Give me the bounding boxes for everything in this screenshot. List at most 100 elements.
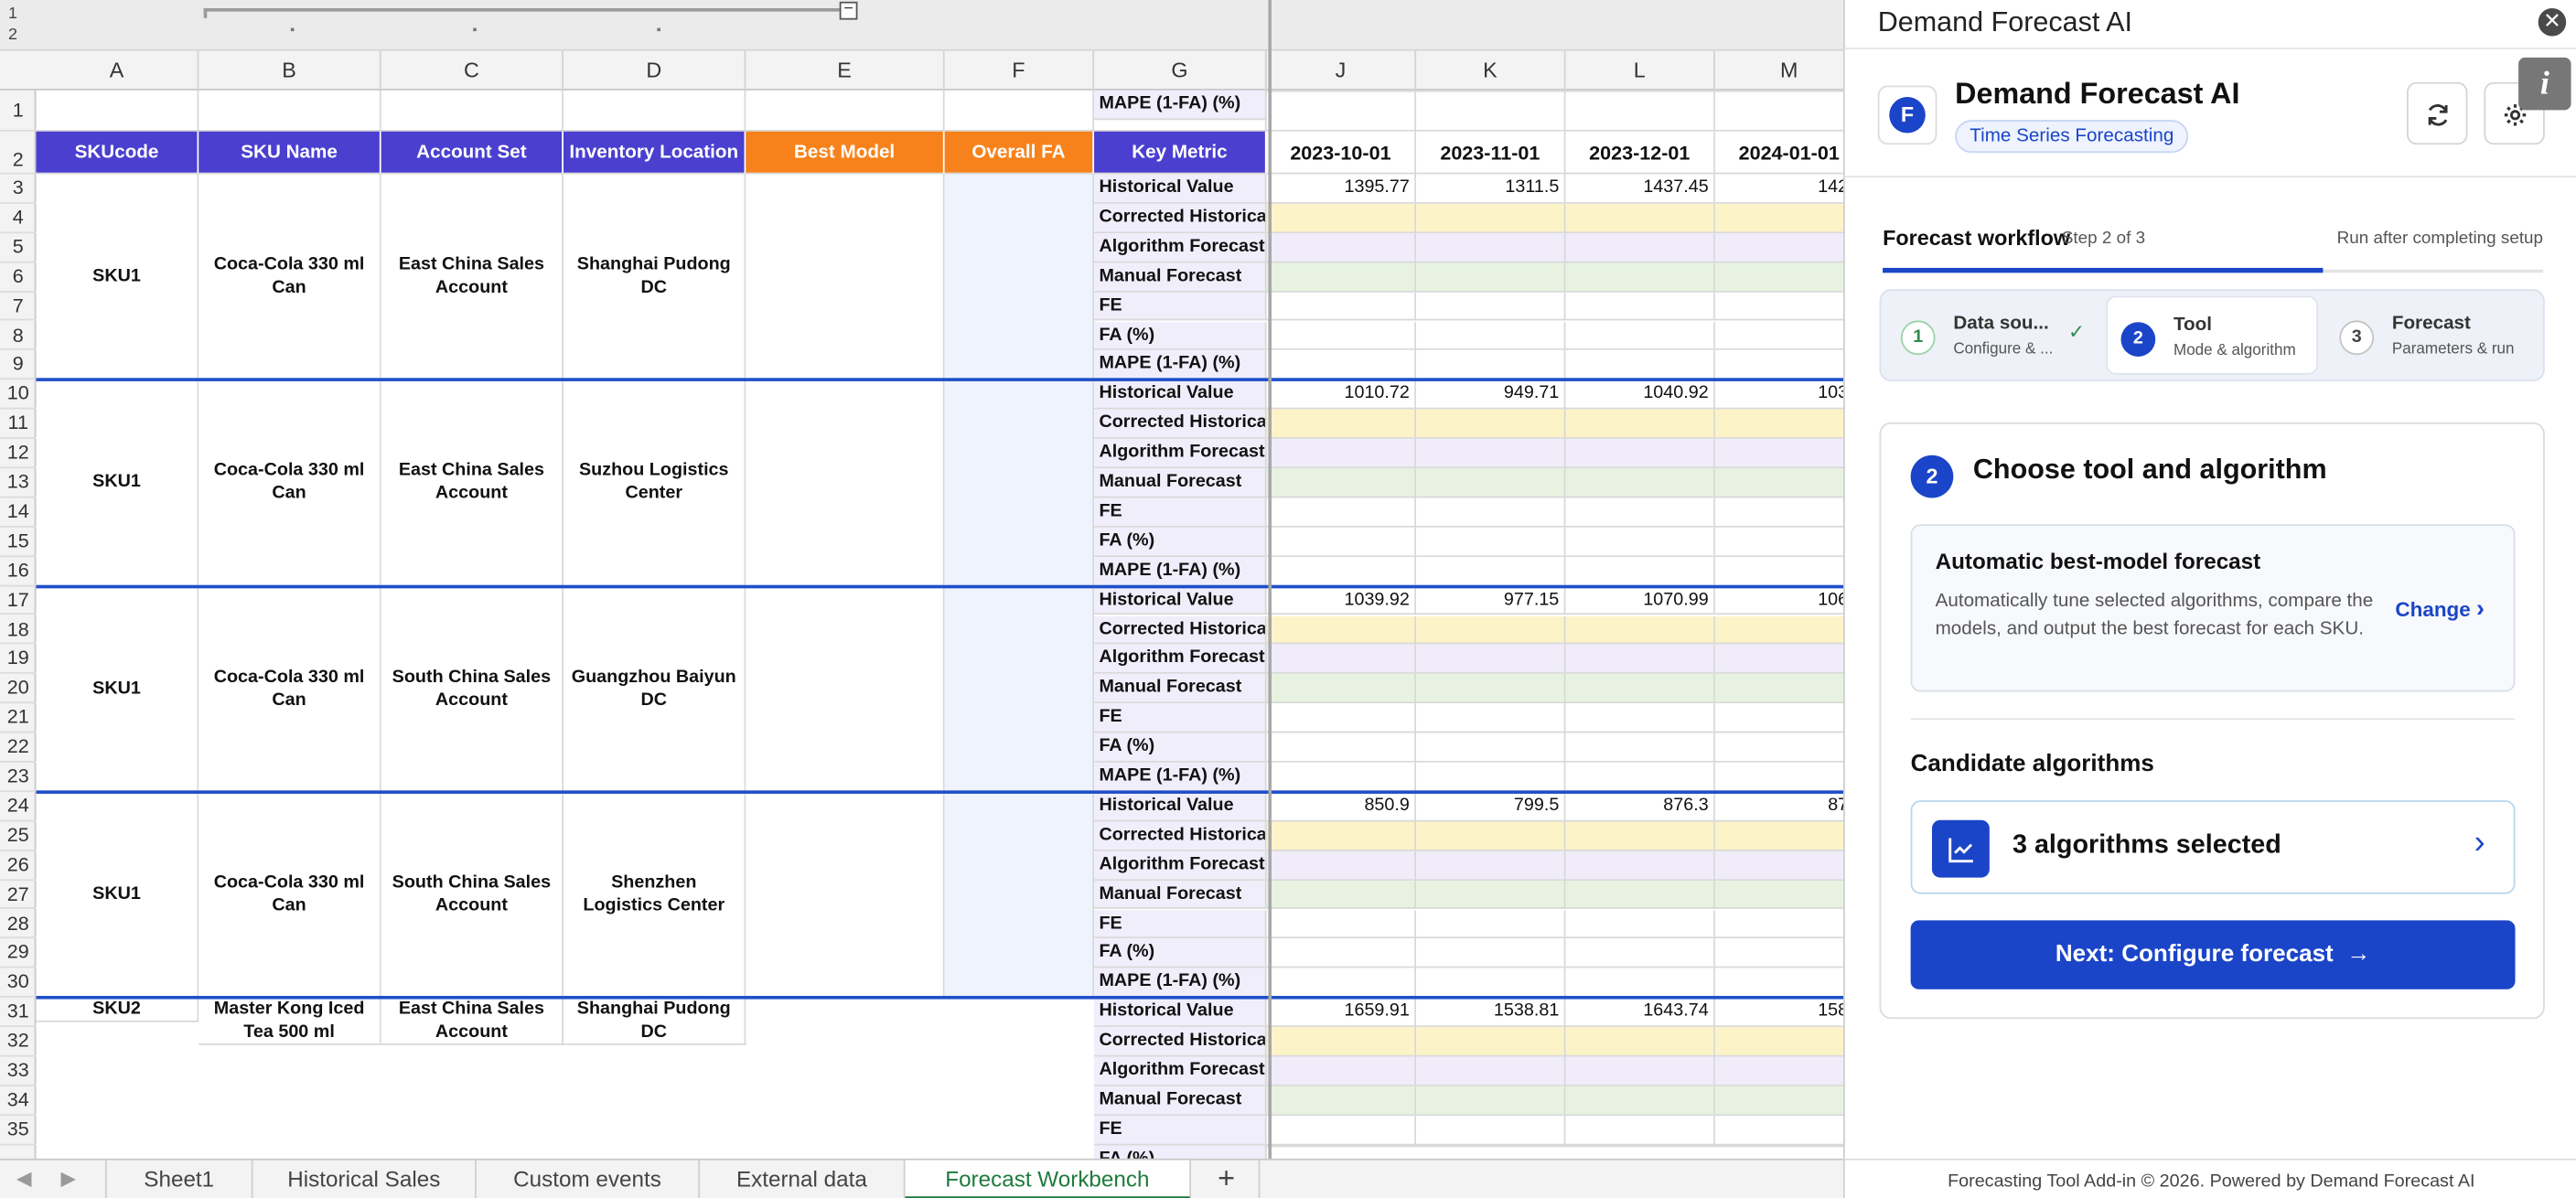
merged-cell-name[interactable]: Coca-Cola 330 ml Can <box>199 791 381 999</box>
cell[interactable] <box>563 90 746 132</box>
prev-sheet-icon[interactable]: ◀ <box>16 1167 32 1190</box>
outline-level-1[interactable]: 1 <box>8 5 17 23</box>
value-cell[interactable] <box>1266 90 1417 92</box>
cell[interactable] <box>1416 90 1566 132</box>
value-cell[interactable] <box>1565 762 1715 792</box>
overall-fa-cell[interactable] <box>944 174 1095 380</box>
row-header[interactable]: 26 <box>0 850 37 881</box>
row-header[interactable]: 9 <box>0 350 37 380</box>
change-mode-button[interactable]: Change › <box>2395 595 2485 624</box>
key-metric-cell[interactable]: FE <box>1094 909 1267 939</box>
cell[interactable] <box>36 90 199 132</box>
header-cell[interactable]: Overall FA <box>944 131 1095 175</box>
value-cell[interactable] <box>1416 938 1566 968</box>
sheet-tab[interactable]: Sheet1 <box>104 1160 253 1198</box>
sheet-tab[interactable]: External data <box>700 1160 906 1198</box>
value-cell[interactable] <box>1416 615 1566 646</box>
value-cell[interactable] <box>1266 1144 1417 1147</box>
row-header[interactable]: 11 <box>0 410 37 439</box>
key-metric-cell[interactable]: Corrected Historical <box>1094 1027 1267 1057</box>
key-metric-cell[interactable]: MAPE (1-FA) (%) <box>1094 556 1267 586</box>
value-cell[interactable] <box>1714 203 1843 233</box>
row-header[interactable]: 8 <box>0 321 37 351</box>
historical-value-cell[interactable]: 799.5 <box>1416 791 1566 822</box>
value-cell[interactable] <box>1565 674 1715 704</box>
key-metric-cell[interactable]: FA (%) <box>1094 733 1267 763</box>
key-metric-cell[interactable]: Historical Value <box>1094 174 1267 204</box>
row-header[interactable]: 33 <box>0 1056 37 1086</box>
row-header[interactable]: 22 <box>0 733 37 763</box>
step-forecast[interactable]: 3 Forecast Parameters & run <box>2326 295 2539 374</box>
value-cell[interactable] <box>1416 262 1566 293</box>
row-header[interactable]: 16 <box>0 557 37 586</box>
value-cell[interactable] <box>1416 1086 1566 1116</box>
candidate-algorithms-selector[interactable]: 3 algorithms selected › <box>1910 800 2516 894</box>
row-header[interactable]: 30 <box>0 968 37 999</box>
value-cell[interactable] <box>1714 409 1843 439</box>
key-metric-cell[interactable]: FA (%) <box>1094 527 1267 557</box>
cell[interactable] <box>1714 91 1843 132</box>
value-cell[interactable] <box>1416 527 1566 557</box>
historical-value-cell[interactable]: 871 <box>1714 791 1843 822</box>
merged-cell-account[interactable]: East China Sales Account <box>381 380 564 586</box>
value-cell[interactable] <box>1565 909 1715 939</box>
key-metric-cell[interactable]: MAPE (1-FA) (%) <box>1094 90 1267 121</box>
value-cell[interactable] <box>1565 497 1715 528</box>
value-cell[interactable] <box>1266 821 1417 851</box>
value-cell[interactable] <box>1714 674 1843 704</box>
value-cell[interactable] <box>1416 90 1566 92</box>
value-cell[interactable] <box>1266 733 1417 763</box>
value-cell[interactable] <box>1565 733 1715 763</box>
value-cell[interactable] <box>1416 821 1566 851</box>
header-cell[interactable]: Best Model <box>746 131 945 175</box>
key-metric-cell[interactable]: Algorithm Forecast <box>1094 1056 1267 1086</box>
value-cell[interactable] <box>1714 438 1843 469</box>
value-cell[interactable] <box>1416 850 1566 881</box>
merged-cell-sku[interactable]: SKU1 <box>36 585 199 792</box>
row-header[interactable]: 18 <box>0 615 37 646</box>
value-cell[interactable] <box>1416 880 1566 910</box>
value-cell[interactable] <box>1416 762 1566 792</box>
value-cell[interactable] <box>1714 821 1843 851</box>
row-header[interactable]: 7 <box>0 292 37 322</box>
row-header[interactable]: 2 <box>0 132 37 175</box>
column-header-j[interactable]: J <box>1267 50 1417 91</box>
value-cell[interactable] <box>1565 880 1715 910</box>
step-tool[interactable]: 2 Tool Mode & algorithm <box>2106 295 2319 375</box>
value-cell[interactable] <box>1416 733 1566 763</box>
value-cell[interactable] <box>1565 1086 1715 1116</box>
key-metric-cell[interactable]: Algorithm Forecast <box>1094 850 1267 881</box>
value-cell[interactable] <box>1266 1056 1417 1086</box>
value-cell[interactable] <box>1266 438 1417 469</box>
value-cell[interactable] <box>1714 1086 1843 1116</box>
date-header-cell[interactable]: 2023-12-01 <box>1565 131 1715 175</box>
key-metric-cell[interactable]: Corrected Historical <box>1094 203 1267 233</box>
value-cell[interactable] <box>1714 762 1843 792</box>
cell[interactable] <box>381 90 564 132</box>
value-cell[interactable] <box>1266 292 1417 322</box>
column-header-e[interactable]: E <box>746 50 945 91</box>
value-cell[interactable] <box>1416 321 1566 351</box>
value-cell[interactable] <box>1416 909 1566 939</box>
date-header-cell[interactable]: 2023-11-01 <box>1416 131 1566 175</box>
value-cell[interactable] <box>1714 703 1843 733</box>
row-header[interactable]: 35 <box>0 1116 37 1145</box>
value-cell[interactable] <box>1565 556 1715 586</box>
historical-value-cell[interactable]: 949.71 <box>1416 380 1566 410</box>
value-cell[interactable] <box>1416 292 1566 322</box>
cell[interactable] <box>199 90 381 132</box>
key-metric-cell[interactable]: Algorithm Forecast <box>1094 438 1267 469</box>
historical-value-cell[interactable]: 1429 <box>1714 174 1843 204</box>
refresh-button[interactable] <box>2406 81 2468 145</box>
value-cell[interactable] <box>1714 909 1843 939</box>
column-header-c[interactable]: C <box>381 50 564 91</box>
value-cell[interactable] <box>1266 262 1417 293</box>
row-header[interactable]: 29 <box>0 939 37 968</box>
row-header[interactable]: 23 <box>0 763 37 792</box>
sheet-tab[interactable]: Historical Sales <box>253 1160 477 1198</box>
value-cell[interactable] <box>1416 438 1566 469</box>
key-metric-cell[interactable]: FA (%) <box>1094 1144 1267 1159</box>
row-header[interactable]: 1 <box>0 91 37 132</box>
merged-cell-name[interactable]: Master Kong Iced Tea 500 ml <box>199 998 381 1046</box>
value-cell[interactable] <box>1266 615 1417 646</box>
